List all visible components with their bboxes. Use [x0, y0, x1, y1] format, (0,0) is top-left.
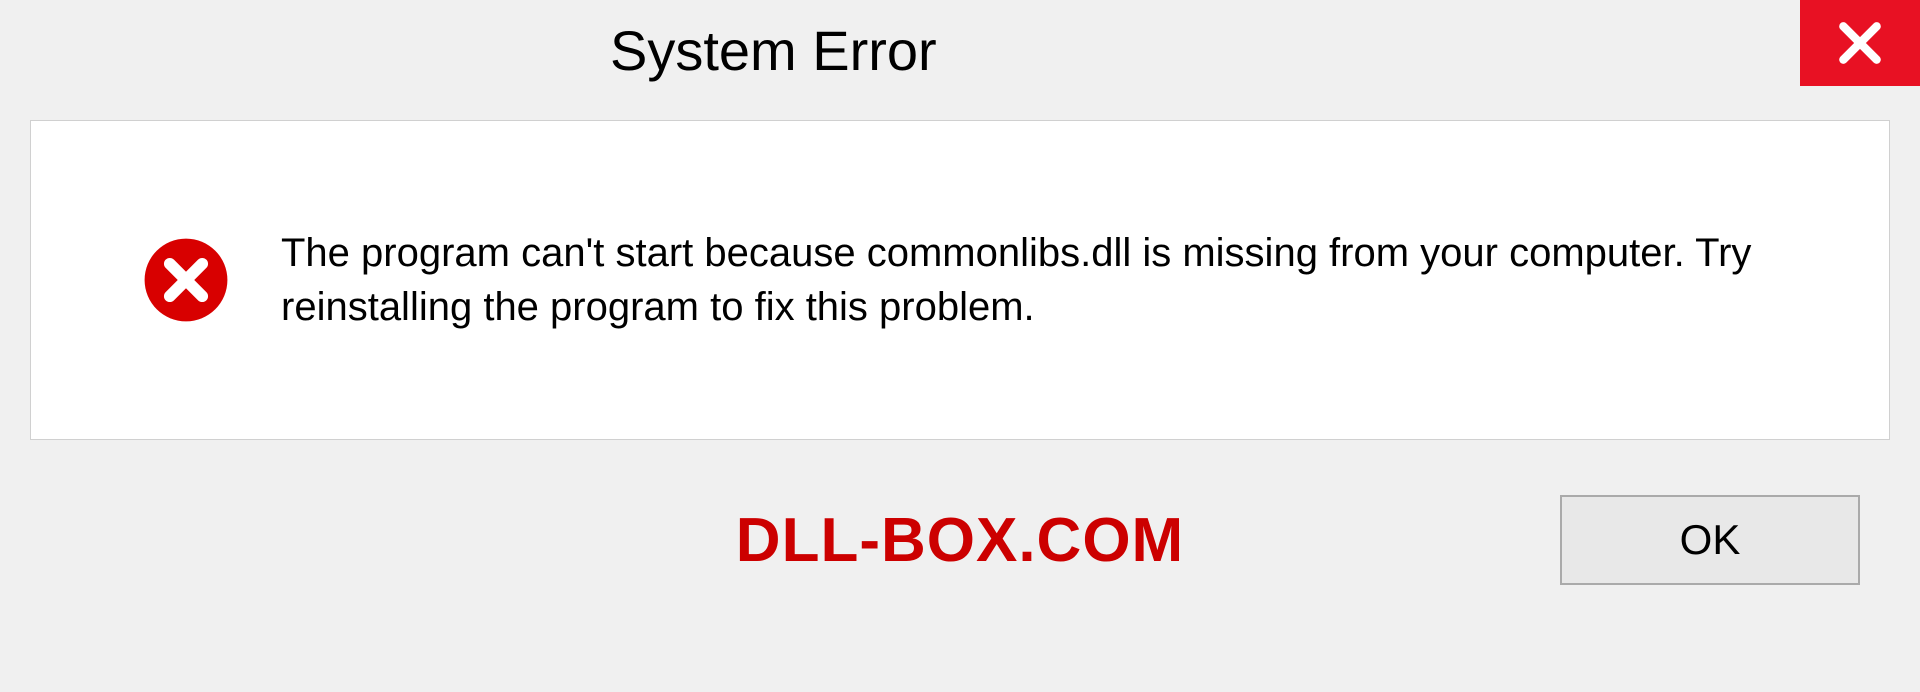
watermark-text: DLL-BOX.COM [736, 505, 1184, 576]
dialog-title: System Error [610, 18, 937, 83]
close-button[interactable] [1800, 0, 1920, 86]
titlebar: System Error [0, 0, 1920, 100]
error-message: The program can't start because commonli… [281, 226, 1781, 334]
close-icon [1835, 18, 1885, 68]
ok-button[interactable]: OK [1560, 495, 1860, 585]
content-area: The program can't start because commonli… [30, 120, 1890, 440]
footer: DLL-BOX.COM OK [0, 440, 1920, 640]
error-icon [141, 235, 231, 325]
